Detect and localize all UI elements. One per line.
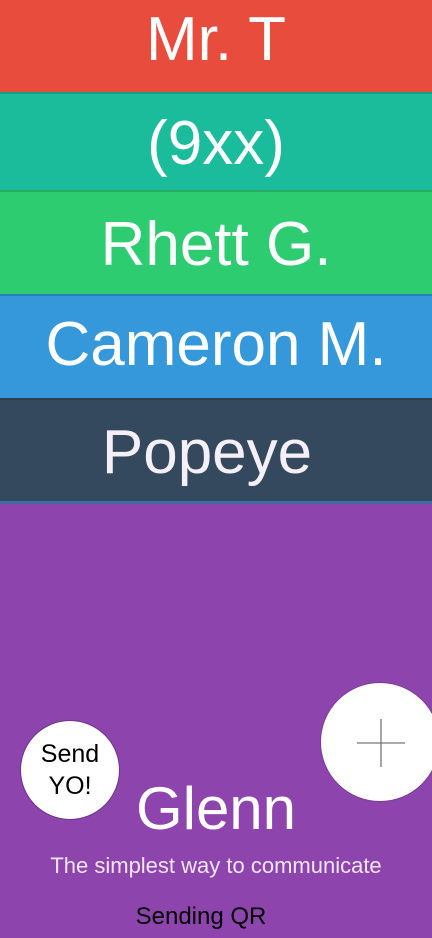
contact-row-9xx[interactable]: (9xx) (0, 92, 432, 190)
contact-row-mr-t[interactable]: Mr. T (0, 0, 432, 92)
contact-row-cameron-m[interactable]: Cameron M. (0, 294, 432, 398)
yo-home-screen: Mr. T (9xx) Rhett G. Cameron M. Popeye S… (0, 0, 432, 938)
contact-row-rhett-g[interactable]: Rhett G. (0, 190, 432, 294)
contact-row-popeye[interactable]: Popeye (0, 398, 432, 504)
contact-name: Mr. T (145, 5, 287, 74)
send-yo-label-line1: Send (40, 740, 100, 768)
contact-name: Popeye (101, 417, 313, 487)
username: Glenn (135, 775, 297, 842)
tagline: The simplest way to communicate (50, 853, 382, 878)
plus-icon (357, 719, 405, 767)
sending-qr-link[interactable]: Sending QR (0, 902, 402, 932)
contact-name: Rhett G. (100, 210, 332, 279)
contact-name: (9xx) (147, 109, 285, 178)
contact-name: Cameron M. (45, 310, 387, 379)
